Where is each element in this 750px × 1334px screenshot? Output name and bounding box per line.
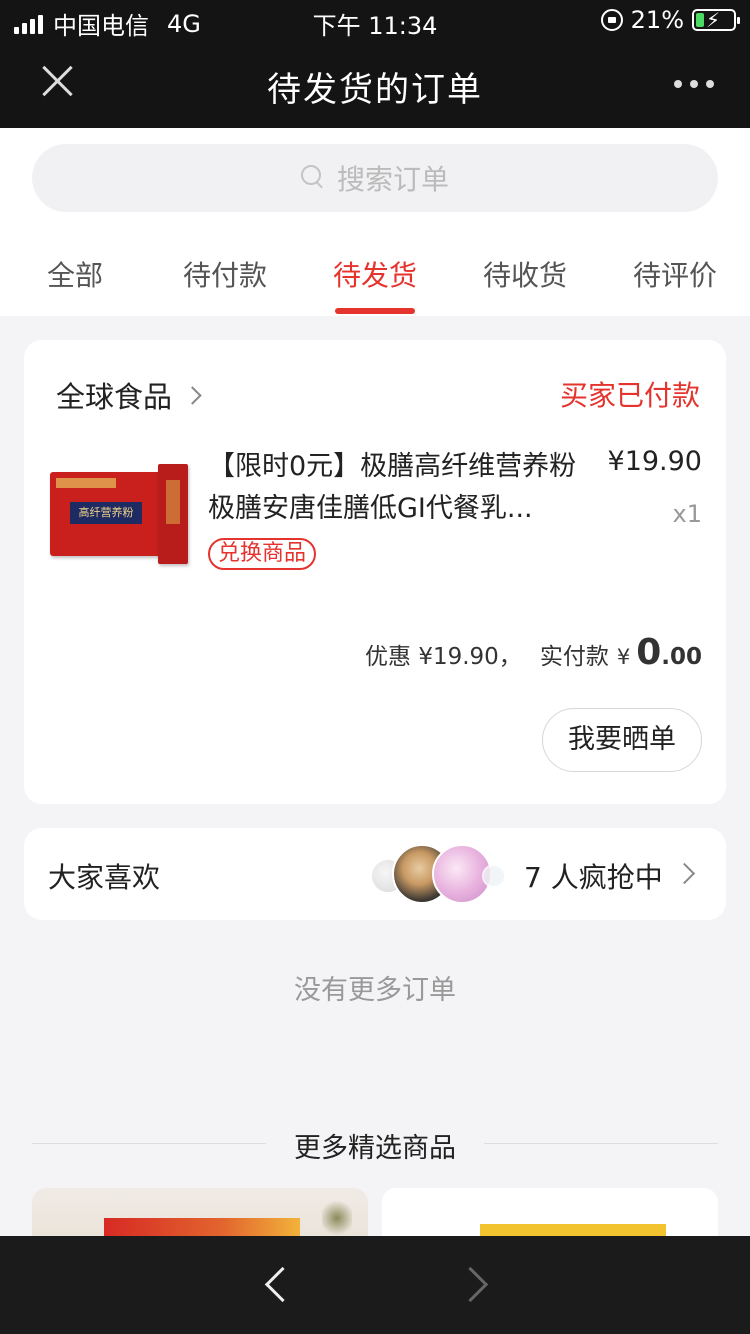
nav-bar: 待发货的订单 — [0, 40, 750, 128]
order-status: 买家已付款 — [559, 379, 700, 412]
tab-pending-shipment[interactable]: 待发货 — [300, 254, 450, 294]
active-tab-indicator — [335, 308, 415, 314]
tab-all[interactable]: 全部 — [0, 254, 150, 294]
tab-pending-payment[interactable]: 待付款 — [150, 254, 300, 294]
tab-pending-receipt[interactable]: 待收货 — [450, 254, 600, 294]
forward-arrow-icon[interactable] — [456, 1262, 496, 1306]
bottom-toolbar — [0, 1236, 750, 1334]
product-title[interactable]: 【限时0元】极膳高纤维营养粉极膳安唐佳膳低GI代餐乳... — [208, 446, 588, 530]
payment-summary: 优惠 ¥19.90， 实付款 ¥ 0 .00 — [365, 632, 702, 673]
recommend-title: 更多精选商品 — [294, 1133, 456, 1164]
exchange-tag: 兑换商品 — [208, 538, 317, 570]
search-input[interactable]: 搜索订单 — [32, 144, 718, 212]
back-arrow-icon[interactable] — [256, 1262, 296, 1306]
currency-symbol: ¥ — [616, 645, 631, 669]
paid-label: 实付款 — [539, 644, 609, 670]
battery-percent: 21% — [630, 6, 684, 34]
chevron-right-icon — [183, 385, 202, 405]
product-image[interactable]: 高纤营养粉 — [48, 464, 192, 568]
tab-pending-review[interactable]: 待评价 — [600, 254, 750, 294]
status-bar: 中国电信 4G 下午 11:34 21% ⚡ — [0, 0, 750, 40]
search-placeholder: 搜索订单 — [336, 163, 449, 196]
paid-amount-dec: .00 — [661, 644, 702, 670]
share-order-button[interactable]: 我要晒单 — [542, 708, 702, 772]
charging-icon: ⚡ — [706, 8, 721, 32]
status-right: 21% ⚡ — [600, 6, 740, 34]
discount-text: 优惠 ¥19.90， — [365, 644, 522, 670]
header-panel: 搜索订单 全部 待付款 待发货 待收货 待评价 — [0, 128, 750, 316]
page-title: 待发货的订单 — [267, 70, 483, 110]
chevron-right-icon — [673, 862, 696, 885]
shop-name: 全球食品 — [56, 380, 173, 414]
order-tabs: 全部 待付款 待发货 待收货 待评价 — [0, 248, 750, 316]
product-price: ¥19.90 — [607, 446, 702, 477]
popular-count: 7 人疯抢中 — [524, 861, 663, 894]
popular-title: 大家喜欢 — [48, 861, 161, 894]
avatar-group — [370, 844, 506, 904]
product-quantity: x1 — [672, 500, 702, 528]
more-dots-icon[interactable] — [674, 80, 714, 88]
rotation-lock-icon — [600, 9, 623, 31]
no-more-orders: 没有更多订单 — [294, 975, 456, 1006]
search-icon — [300, 165, 327, 191]
battery-icon: ⚡ — [692, 8, 740, 32]
shop-link[interactable]: 全球食品 — [56, 374, 202, 416]
paid-amount-int: 0 — [636, 632, 662, 673]
divider — [484, 1143, 718, 1144]
order-card: 全球食品 买家已付款 高纤营养粉 【限时0元】极膳高纤维营养粉极膳安唐佳膳低GI… — [24, 340, 726, 804]
avatar — [482, 864, 506, 888]
popular-card[interactable]: 大家喜欢 7 人疯抢中 — [24, 828, 726, 920]
